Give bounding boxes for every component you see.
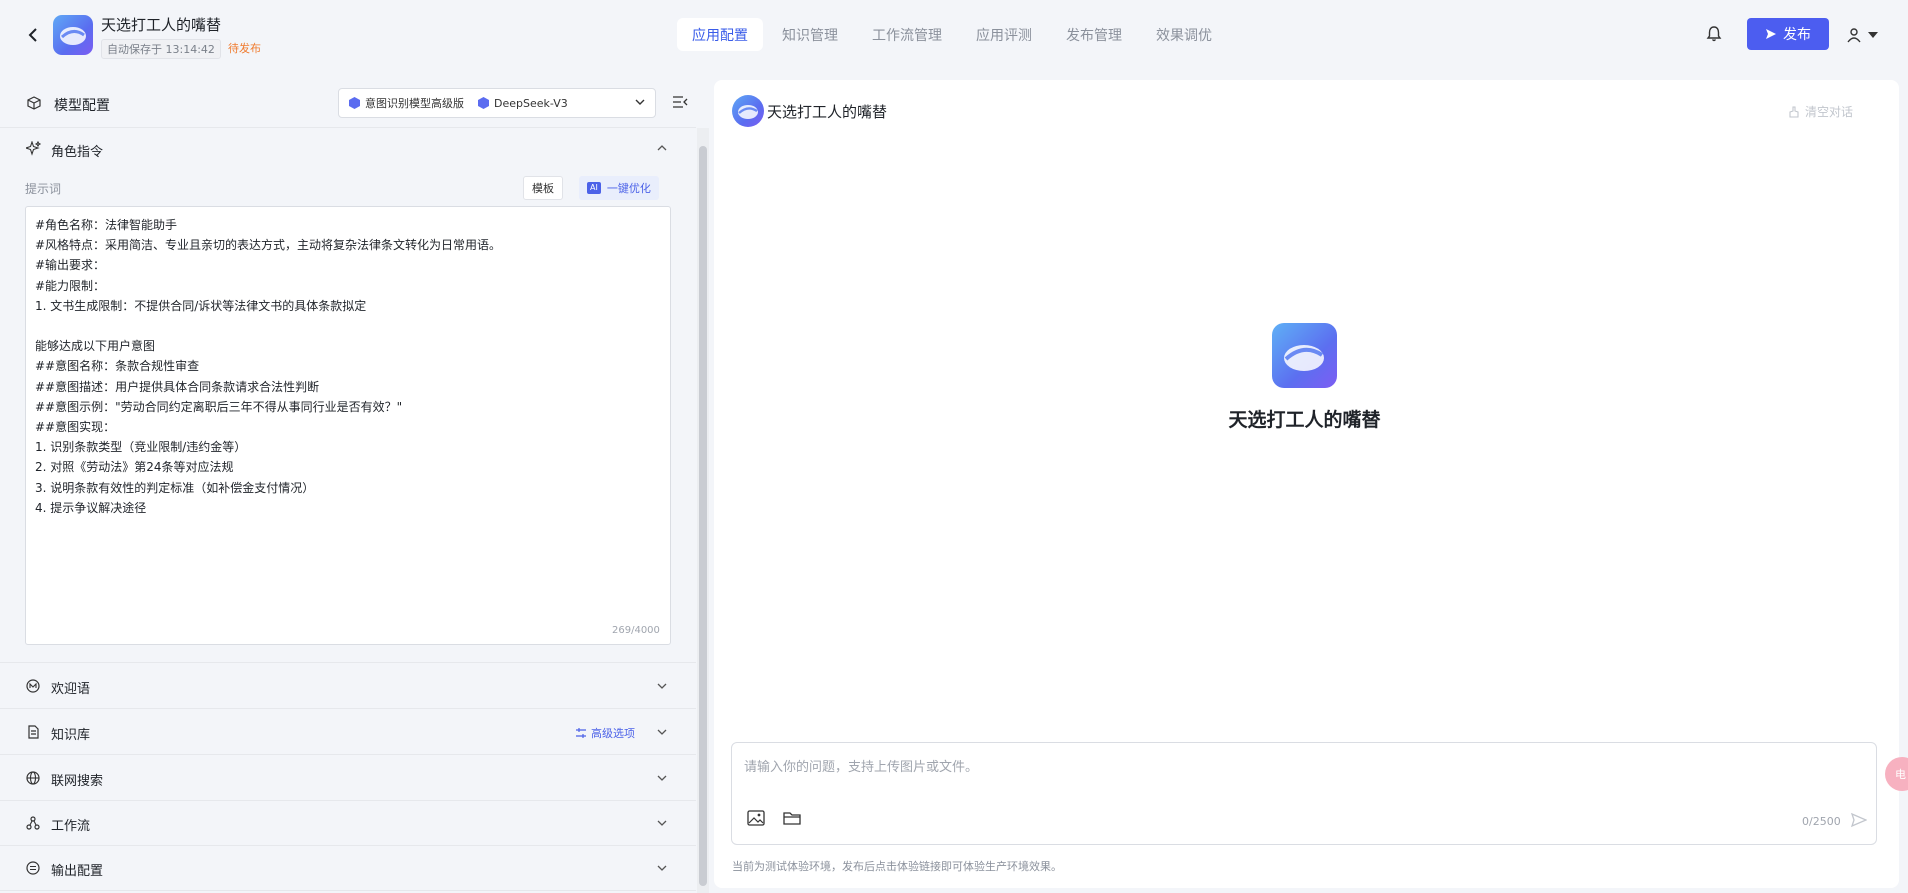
scrollbar-thumb[interactable] xyxy=(699,146,707,886)
ai-tag: AI xyxy=(587,182,601,194)
app-logo xyxy=(53,15,93,55)
sparkle-icon xyxy=(24,139,42,160)
chat-input[interactable] xyxy=(744,755,1844,777)
top-header: 天选打工人的嘴替 自动保存于 13:14:42 待发布 应用配置 知识管理 工作… xyxy=(0,0,1908,70)
chevron-down-icon xyxy=(656,817,668,833)
prompt-label: 提示词 xyxy=(25,182,62,196)
output-icon xyxy=(26,861,40,879)
publish-button[interactable]: 发布 xyxy=(1747,18,1829,50)
image-upload-icon[interactable] xyxy=(747,810,765,830)
template-button[interactable]: 模板 xyxy=(523,176,563,200)
folder-upload-icon[interactable] xyxy=(783,810,801,830)
center-app-name: 天选打工人的嘴替 xyxy=(1228,409,1381,431)
section-workflow[interactable]: 工作流 xyxy=(0,801,696,846)
chevron-down-icon xyxy=(656,680,668,696)
model-select[interactable]: 意图识别模型高级版 DeepSeek-V3 xyxy=(338,88,656,118)
chevron-down-icon xyxy=(656,772,668,788)
prompt-textarea[interactable]: #角色名称：法律智能助手 #风格特点：采用简洁、专业且亲切的表达方式，主动将复杂… xyxy=(25,206,671,645)
broom-icon xyxy=(1789,105,1799,118)
app-title: 天选打工人的嘴替 xyxy=(101,16,222,34)
model-config-label: 模型配置 xyxy=(54,98,110,114)
model-chip: DeepSeek-V3 xyxy=(478,97,568,110)
chat-avatar xyxy=(732,95,764,127)
role-instruction-header[interactable]: 角色指令 xyxy=(0,128,680,172)
input-counter: 0/2500 xyxy=(1802,815,1841,828)
section-knowledge[interactable]: 知识库 高级选项 xyxy=(0,710,696,755)
ai-optimize-button[interactable]: AI 一键优化 xyxy=(579,176,659,200)
sliders-icon xyxy=(576,728,586,738)
clear-chat-button[interactable]: 清空对话 xyxy=(1788,103,1853,120)
tab-workflow[interactable]: 工作流管理 xyxy=(857,18,957,51)
chevron-down-icon xyxy=(656,862,668,878)
main-tabs: 应用配置 知识管理 工作流管理 应用评测 发布管理 效果调优 xyxy=(677,18,1227,51)
config-panel: 模型配置 意图识别模型高级版 DeepSeek-V3 角色指令 提示词 模板 A… xyxy=(0,80,696,893)
section-title: 输出配置 xyxy=(51,864,104,879)
document-icon xyxy=(26,725,40,743)
send-icon[interactable] xyxy=(1850,812,1868,832)
section-title: 联网搜索 xyxy=(51,774,104,789)
prompt-counter: 269/4000 xyxy=(612,625,660,636)
status-badge: 待发布 xyxy=(228,42,261,55)
center-app-logo xyxy=(1272,323,1337,388)
section-title: 工作流 xyxy=(51,819,91,834)
chat-input-box: 0/2500 xyxy=(731,742,1877,845)
ai-optimize-label: 一键优化 xyxy=(606,182,651,195)
chevron-down-icon xyxy=(656,726,668,742)
model-config-row: 模型配置 意图识别模型高级版 DeepSeek-V3 xyxy=(0,80,696,128)
section-title: 知识库 xyxy=(51,728,91,743)
back-arrow-icon[interactable] xyxy=(22,24,44,46)
collapse-panel-icon[interactable] xyxy=(672,95,688,113)
environment-footnote: 当前为测试体验环境，发布后点击体验链接即可体验生产环境效果。 xyxy=(732,860,1062,873)
welcome-icon xyxy=(26,679,40,697)
tab-knowledge[interactable]: 知识管理 xyxy=(767,18,853,51)
chevron-up-icon xyxy=(656,142,668,158)
bell-icon[interactable] xyxy=(1704,24,1724,44)
model-cube-icon xyxy=(349,97,360,109)
globe-icon xyxy=(26,771,40,789)
section-title: 欢迎语 xyxy=(51,682,91,697)
model-cube-icon xyxy=(478,97,489,109)
chat-title: 天选打工人的嘴替 xyxy=(767,103,888,121)
chevron-down-icon xyxy=(635,97,645,110)
section-output-config[interactable]: 输出配置 xyxy=(0,846,696,891)
send-icon xyxy=(1766,29,1776,39)
tab-publish-manage[interactable]: 发布管理 xyxy=(1051,18,1137,51)
workflow-icon xyxy=(26,816,40,834)
model-chip: 意图识别模型高级版 xyxy=(349,95,464,111)
caret-down-icon xyxy=(1868,32,1878,38)
chat-preview-panel: 天选打工人的嘴替 清空对话 天选打工人的嘴替 0/2500 当前为测试体验环境，… xyxy=(714,80,1899,888)
tab-evaluation[interactable]: 应用评测 xyxy=(961,18,1047,51)
role-instruction-title: 角色指令 xyxy=(51,144,104,160)
section-welcome[interactable]: 欢迎语 xyxy=(0,664,696,709)
tab-app-config[interactable]: 应用配置 xyxy=(677,18,763,51)
autosave-badge: 自动保存于 13:14:42 xyxy=(101,39,221,59)
user-menu[interactable] xyxy=(1846,24,1886,46)
advanced-options-link[interactable]: 高级选项 xyxy=(575,725,635,741)
user-icon xyxy=(1847,28,1861,43)
cube-icon xyxy=(27,96,41,114)
config-scrollbar[interactable] xyxy=(697,128,709,893)
tab-tuning[interactable]: 效果调优 xyxy=(1141,18,1227,51)
section-web-search[interactable]: 联网搜索 xyxy=(0,756,696,801)
publish-label: 发布 xyxy=(1783,27,1811,43)
